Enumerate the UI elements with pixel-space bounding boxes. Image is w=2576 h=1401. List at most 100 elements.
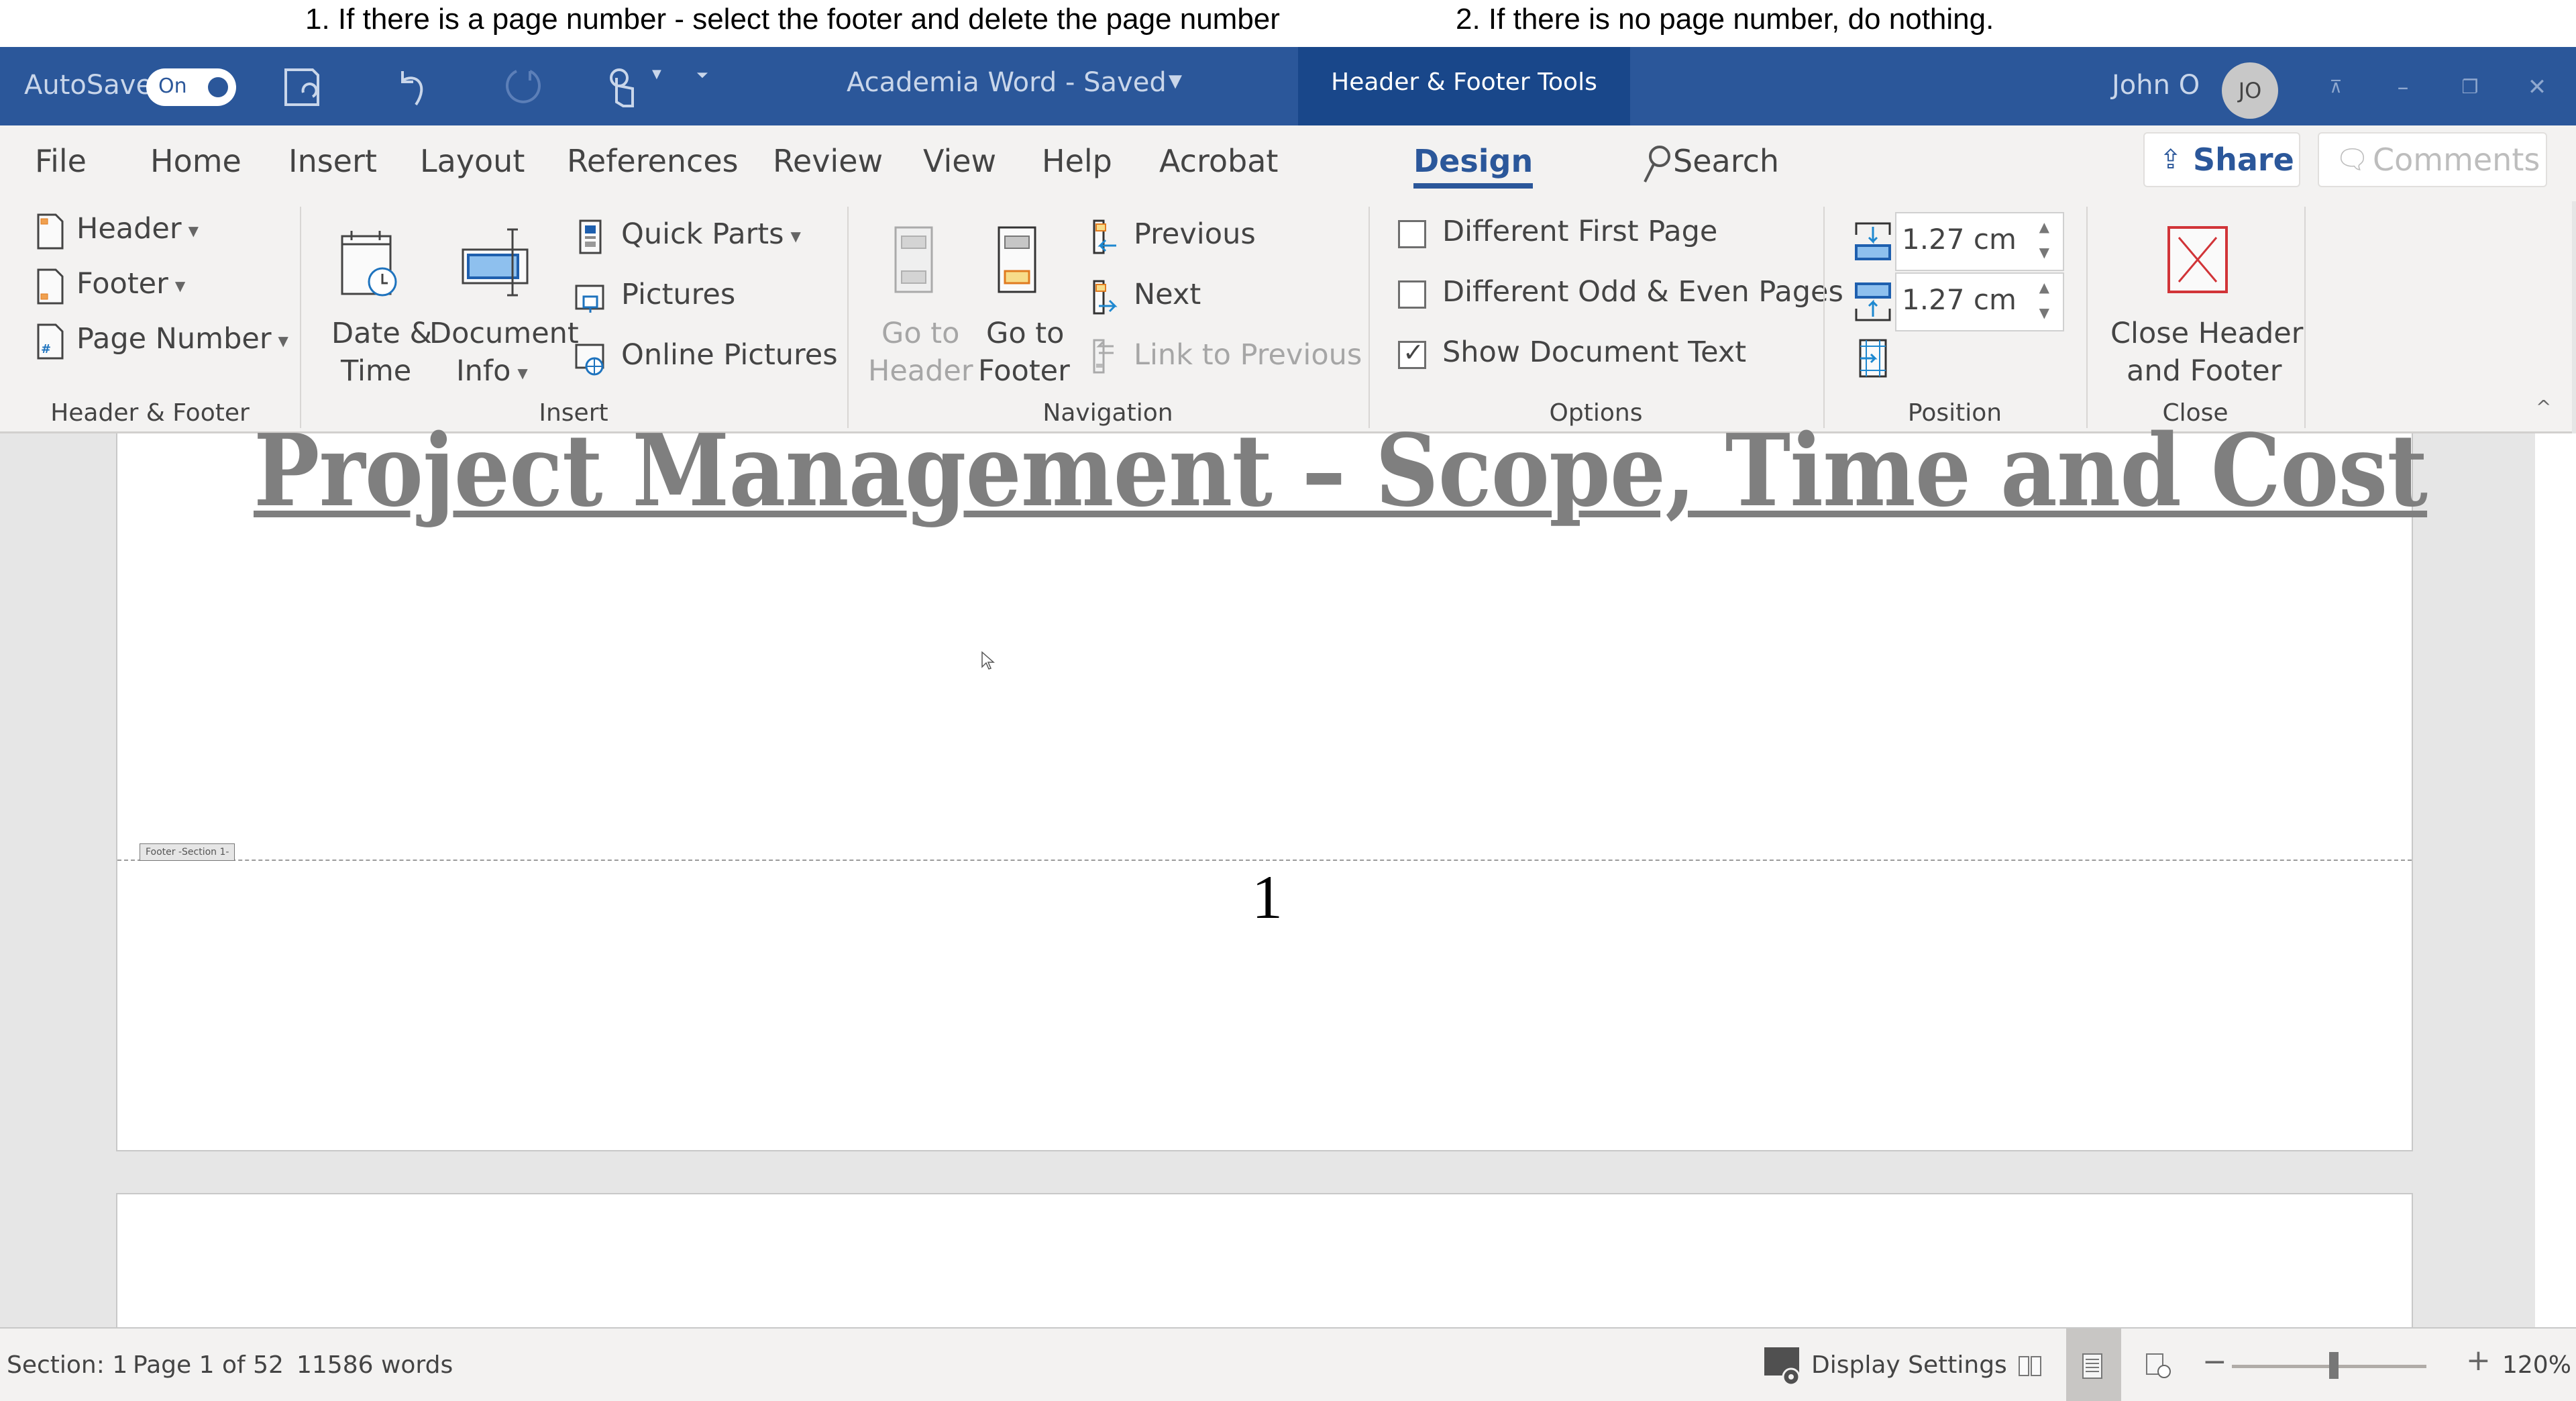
page-1[interactable] xyxy=(116,433,2413,1151)
zoom-out-icon[interactable]: − xyxy=(2202,1345,2227,1379)
instruction-step-1: 1. If there is a page number - select th… xyxy=(305,3,1280,36)
tab-review[interactable]: Review xyxy=(773,143,883,179)
footer-button[interactable]: Footer ▼ xyxy=(76,267,185,301)
customize-qat-icon[interactable]: ⏷ xyxy=(696,67,708,84)
tab-acrobat[interactable]: Acrobat xyxy=(1159,143,1278,179)
date-time-button[interactable]: Date & Time xyxy=(329,221,432,403)
zoom-slider-thumb[interactable] xyxy=(2329,1352,2339,1379)
header-from-top-down-icon[interactable]: ▼ xyxy=(2039,244,2049,260)
doc-title-chevron-down-icon[interactable]: ▼ xyxy=(1169,71,1182,91)
pictures-button[interactable]: Pictures xyxy=(621,278,735,311)
search-icon[interactable] xyxy=(1642,144,1672,185)
header-from-top-up-icon[interactable]: ▲ xyxy=(2039,219,2049,235)
document-info-dropdown-icon: ▼ xyxy=(517,364,528,381)
display-settings-button[interactable]: Display Settings xyxy=(1811,1351,2007,1379)
comments-button[interactable]: 🗨 Comments xyxy=(2318,132,2547,187)
footer-from-bottom-input[interactable]: 1.27 cm ▲ ▼ xyxy=(1895,272,2064,331)
header-icon xyxy=(37,213,64,250)
close-window-icon[interactable]: ✕ xyxy=(2517,70,2557,104)
search-label[interactable]: Search xyxy=(1673,143,1779,179)
footer-from-bottom-down-icon[interactable]: ▼ xyxy=(2039,305,2049,321)
tab-insert[interactable]: Insert xyxy=(288,143,377,179)
comments-label: Comments xyxy=(2373,142,2540,178)
footer-section-tag: Footer -Section 1- xyxy=(140,843,235,861)
page-number-icon: # xyxy=(37,323,64,360)
online-pictures-button[interactable]: Online Pictures xyxy=(621,338,838,372)
tab-help[interactable]: Help xyxy=(1042,143,1112,179)
status-word-count[interactable]: 11586 words xyxy=(297,1351,453,1379)
different-first-page-checkbox[interactable] xyxy=(1398,220,1426,248)
group-divider xyxy=(1368,207,1370,428)
tab-design[interactable]: Design xyxy=(1413,143,1534,189)
ribbon-display-options-icon[interactable]: ⊼ xyxy=(2316,70,2356,104)
user-name[interactable]: John O xyxy=(2112,70,2200,101)
tab-file[interactable]: File xyxy=(35,143,87,179)
zoom-in-icon[interactable]: + xyxy=(2466,1343,2491,1378)
close-x-icon xyxy=(2167,226,2228,293)
footer-page-number[interactable]: 1 xyxy=(1252,862,1283,933)
touch-mode-dropdown-icon[interactable]: ▼ xyxy=(652,67,661,81)
previous-button[interactable]: Previous xyxy=(1134,217,1256,251)
footer-label: Footer xyxy=(76,267,168,301)
display-settings-icon xyxy=(1764,1347,1801,1386)
close-header-footer-label-2: and Footer xyxy=(2127,354,2282,388)
insert-alignment-tab-icon[interactable] xyxy=(1858,338,1888,378)
share-button[interactable]: ⇪ Share xyxy=(2143,132,2300,187)
collapse-ribbon-icon[interactable]: ^ xyxy=(2536,396,2551,418)
go-to-header-icon xyxy=(894,226,933,293)
go-to-footer-button[interactable]: Go to Footer xyxy=(974,221,1075,403)
minimize-icon[interactable]: – xyxy=(2383,70,2423,104)
right-margin xyxy=(2535,433,2576,1327)
header-button[interactable]: Header ▼ xyxy=(76,212,199,246)
previous-icon xyxy=(1093,219,1116,254)
undo-icon[interactable] xyxy=(393,66,436,109)
restore-icon[interactable]: ❐ xyxy=(2450,70,2490,104)
header-from-top-input[interactable]: 1.27 cm ▲ ▼ xyxy=(1895,212,2064,271)
different-odd-even-checkbox[interactable] xyxy=(1398,280,1426,309)
show-document-text-checkbox[interactable]: ✓ xyxy=(1398,338,1426,369)
tab-references[interactable]: References xyxy=(567,143,739,179)
online-pictures-icon xyxy=(575,344,604,376)
touch-mode-icon[interactable] xyxy=(600,66,643,109)
document-info-label-1: Document xyxy=(429,317,579,350)
redo-icon xyxy=(506,70,541,103)
autosave-toggle[interactable]: On xyxy=(146,68,236,106)
zoom-slider[interactable] xyxy=(2232,1352,2426,1379)
status-section[interactable]: Section: 1 xyxy=(7,1351,127,1379)
header-position-icon xyxy=(1855,222,1891,260)
footer-from-bottom-value: 1.27 cm xyxy=(1902,283,2017,316)
document-info-button[interactable]: Document Info ▼ xyxy=(427,221,579,403)
page-number-button[interactable]: Page Number ▼ xyxy=(76,322,288,356)
share-label: Share xyxy=(2193,142,2294,178)
next-button[interactable]: Next xyxy=(1134,278,1201,311)
document-info-text: Info xyxy=(456,354,511,388)
instruction-step-2: 2. If there is no page number, do nothin… xyxy=(1456,3,1994,36)
go-to-footer-label-1: Go to xyxy=(986,317,1065,350)
print-layout-button[interactable] xyxy=(2066,1329,2121,1401)
tab-layout[interactable]: Layout xyxy=(420,143,525,179)
title-bar: AutoSave On ▼ ⏷ Academia Word - Saved ▼ … xyxy=(0,47,2576,125)
document-title[interactable]: Academia Word - Saved xyxy=(847,67,1167,98)
close-header-footer-button[interactable]: Close Header and Footer xyxy=(2100,221,2303,396)
avatar[interactable]: JO xyxy=(2222,62,2278,119)
quick-parts-icon xyxy=(579,219,602,254)
tab-view[interactable]: View xyxy=(923,143,996,179)
read-mode-icon[interactable] xyxy=(2018,1354,2042,1378)
different-first-page-label[interactable]: Different First Page xyxy=(1442,215,1717,248)
show-document-text-label[interactable]: Show Document Text xyxy=(1442,335,1746,369)
close-header-footer-label-1: Close Header xyxy=(2110,317,2304,350)
quick-parts-button[interactable]: Quick Parts ▼ xyxy=(621,217,801,251)
save-icon[interactable] xyxy=(280,66,323,109)
document-heading[interactable]: Project Management – Scope, Time and Cos… xyxy=(254,412,2428,529)
status-page[interactable]: Page 1 of 52 xyxy=(133,1351,284,1379)
footer-from-bottom-up-icon[interactable]: ▲ xyxy=(2039,279,2049,295)
zoom-level[interactable]: 120% xyxy=(2502,1351,2571,1379)
page-2[interactable] xyxy=(116,1193,2413,1327)
different-odd-even-label[interactable]: Different Odd & Even Pages xyxy=(1442,275,1843,309)
web-layout-icon[interactable] xyxy=(2145,1353,2172,1380)
context-tab-label: Header & Footer Tools xyxy=(1331,68,1597,96)
print-layout-icon xyxy=(2082,1353,2102,1379)
tab-home[interactable]: Home xyxy=(150,143,241,179)
calendar-clock-icon xyxy=(341,231,397,297)
ribbon-design: Header ▼ Footer ▼ # Page Number ▼ Header & … xyxy=(0,201,2572,433)
